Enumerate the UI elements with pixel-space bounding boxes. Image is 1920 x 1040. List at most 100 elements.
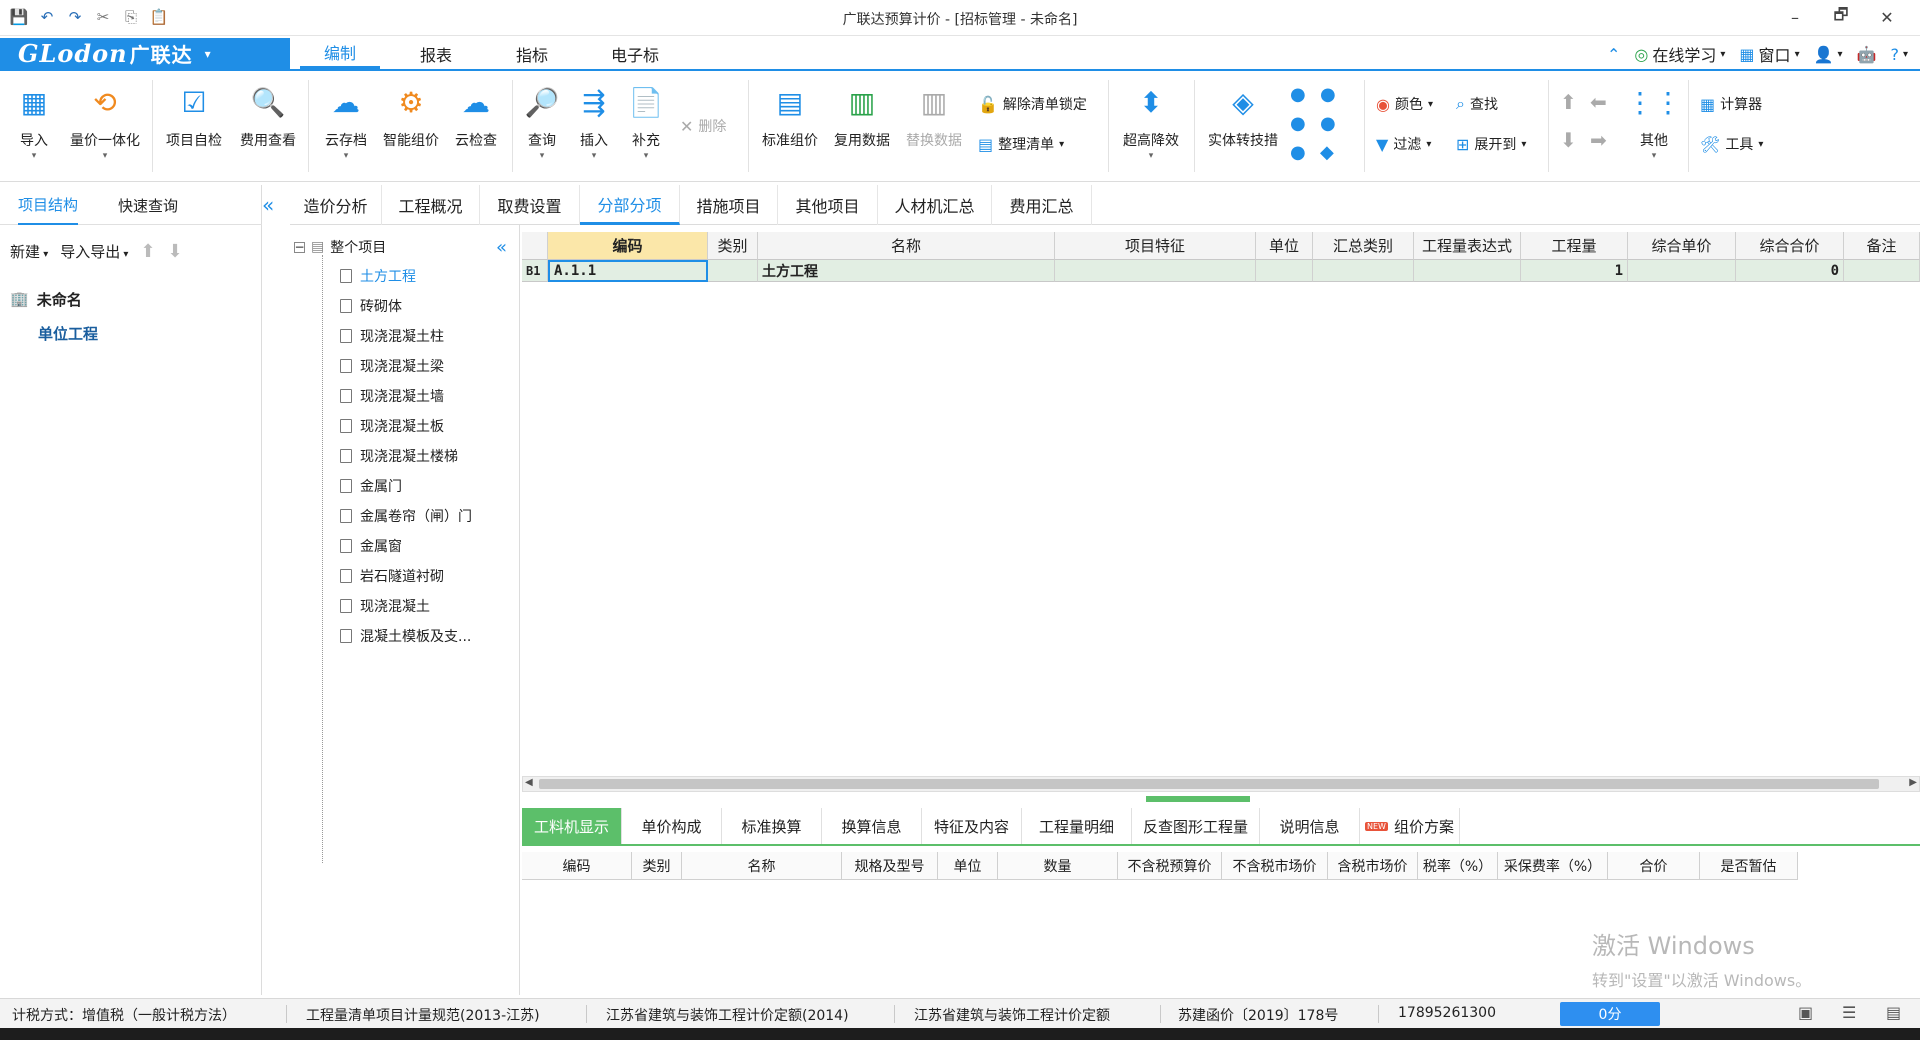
tree-item[interactable]: 现浇混凝土墙 [340, 385, 444, 407]
tab-price-composition[interactable]: 单价构成 [622, 808, 722, 844]
cell-name[interactable]: 土方工程 [758, 260, 1055, 282]
online-learning-button[interactable]: ◎ 在线学习 ▾ [1634, 42, 1725, 66]
tab-e-bid[interactable]: 电子标 [590, 38, 680, 69]
tab-feature-content[interactable]: 特征及内容 [922, 808, 1022, 844]
cell-feature[interactable] [1055, 260, 1256, 282]
material-icon-2[interactable]: ● [1320, 84, 1350, 105]
project-node[interactable]: 🏢 未命名 [10, 282, 98, 316]
cloud-check-button[interactable]: ☁ 云检查 [446, 82, 506, 150]
tree-item[interactable]: 岩石隧道衬砌 [340, 565, 444, 587]
splitter-handle[interactable] [1146, 796, 1250, 802]
col-header-qty-expression[interactable]: 工程量表达式 [1414, 232, 1521, 260]
qty-price-button[interactable]: ⟲ 量价一体化 ▾ [70, 82, 140, 162]
collapse-tree-icon[interactable]: « [496, 237, 507, 258]
detail-col-tax-market-price[interactable]: 含税市场价 [1328, 852, 1418, 880]
tab-labor-material-summary[interactable]: 人材机汇总 [878, 185, 992, 225]
tree-item[interactable]: 金属卷帘（闸）门 [340, 505, 472, 527]
find-button[interactable]: ⌕ 查找 [1456, 94, 1498, 114]
tree-item[interactable]: 土方工程 [340, 265, 416, 287]
layout-split-icon[interactable]: ☰ [1842, 1003, 1856, 1022]
col-header-unit-price[interactable]: 综合单价 [1628, 232, 1736, 260]
insert-button[interactable]: ⇶ 插入 ▾ [564, 82, 624, 162]
tree-item[interactable]: 现浇混凝土柱 [340, 325, 444, 347]
tab-project-overview[interactable]: 工程概况 [382, 185, 480, 225]
cell-note[interactable] [1844, 260, 1920, 282]
import-button[interactable]: ▦ 导入 ▾ [4, 82, 64, 162]
col-header-code[interactable]: 编码 [548, 232, 708, 260]
collapse-node-icon[interactable]: − [294, 241, 305, 253]
tab-project-structure[interactable]: 项目结构 [18, 185, 79, 225]
replace-data-button[interactable]: ▥ 替换数据 [904, 82, 964, 150]
arrow-down-icon[interactable]: ⬇ [1560, 128, 1590, 152]
move-down-icon[interactable]: ⬇ [168, 241, 183, 262]
material-icon-4[interactable]: ● [1320, 113, 1350, 134]
expand-to-button[interactable]: ⊞ 展开到 ▾ [1456, 134, 1526, 154]
arrow-right-icon[interactable]: ➡ [1590, 128, 1620, 152]
color-button[interactable]: ◉ 颜色 ▾ [1376, 94, 1433, 114]
tree-item[interactable]: 现浇混凝土 [340, 595, 430, 617]
cloud-save-button[interactable]: ☁ 云存档 ▾ [316, 82, 376, 162]
tab-index[interactable]: 指标 [492, 38, 572, 69]
super-high-button[interactable]: ⬍ 超高降效 ▾ [1118, 82, 1184, 162]
std-price-button[interactable]: ▤ 标准组价 [760, 82, 820, 150]
unit-node[interactable]: 单位工程 [10, 316, 98, 350]
tab-std-conversion[interactable]: 标准换算 [722, 808, 822, 844]
scrollbar-thumb[interactable] [539, 779, 1879, 789]
collapse-ribbon-icon[interactable]: ⌃ [1607, 45, 1620, 64]
move-up-icon[interactable]: ⬆ [140, 241, 155, 262]
cell-total[interactable]: 0 [1736, 260, 1844, 282]
tree-root[interactable]: − ▤ 整个项目 [294, 237, 386, 257]
material-icon-5[interactable]: ● [1290, 142, 1320, 163]
detail-col-market-price[interactable]: 不含税市场价 [1222, 852, 1328, 880]
help-button[interactable]: ? ▾ [1890, 45, 1908, 64]
detail-col-spec[interactable]: 规格及型号 [842, 852, 938, 880]
material-icon-6[interactable]: ◆ [1320, 142, 1350, 163]
entity-measure-button[interactable]: ◈ 实体转技措 [1206, 82, 1280, 150]
delete-button[interactable]: ✕ 删除 [680, 116, 726, 136]
arrow-left-icon[interactable]: ⬅ [1590, 90, 1620, 114]
reuse-data-button[interactable]: ▥ 复用数据 [832, 82, 892, 150]
tree-item[interactable]: 现浇混凝土楼梯 [340, 445, 458, 467]
self-check-button[interactable]: ☑ 项目自检 [164, 82, 224, 150]
calculator-button[interactable]: ▦ 计算器 [1700, 94, 1762, 114]
tab-pricing-plan[interactable]: NEW 组价方案 [1360, 808, 1460, 844]
tree-item[interactable]: 金属门 [340, 475, 402, 497]
cell-qty[interactable]: 1 [1521, 260, 1628, 282]
close-button[interactable]: ✕ [1864, 4, 1910, 30]
col-header-category[interactable]: 类别 [708, 232, 758, 260]
tab-fee-summary[interactable]: 费用汇总 [992, 185, 1092, 225]
tab-quick-query[interactable]: 快速查询 [118, 185, 178, 225]
tab-compile[interactable]: 编制 [300, 38, 380, 69]
fee-view-button[interactable]: 🔍 费用查看 [238, 82, 298, 150]
scroll-right-icon[interactable]: ▶ [1909, 777, 1917, 788]
col-header-name[interactable]: 名称 [758, 232, 1055, 260]
horizontal-scrollbar[interactable]: ◀ ▶ [522, 776, 1920, 792]
col-header-note[interactable]: 备注 [1844, 232, 1920, 260]
tree-item[interactable]: 混凝土模板及支... [340, 625, 471, 647]
user-button[interactable]: 👤 ▾ [1814, 45, 1843, 64]
col-header-unit[interactable]: 单位 [1256, 232, 1313, 260]
maximize-button[interactable]: 🗗 [1818, 4, 1864, 30]
arrow-up-icon[interactable]: ⬆ [1560, 90, 1590, 114]
scroll-left-icon[interactable]: ◀ [525, 777, 533, 788]
detail-col-tax-rate[interactable]: 税率（%） [1418, 852, 1498, 880]
detail-col-unit[interactable]: 单位 [938, 852, 998, 880]
layout-single-icon[interactable]: ▣ [1798, 1003, 1813, 1022]
other-button[interactable]: ⋮⋮ 其他 ▾ [1624, 82, 1684, 162]
new-button[interactable]: 新建 ▾ [10, 241, 48, 262]
tab-labor-material[interactable]: 工料机显示 [522, 808, 622, 844]
minimize-button[interactable]: – [1772, 4, 1818, 30]
detail-col-provisional[interactable]: 是否暂估 [1700, 852, 1798, 880]
tab-other-items[interactable]: 其他项目 [778, 185, 878, 225]
filter-button[interactable]: ▼ 过滤 ▾ [1376, 134, 1431, 154]
tab-cost-analysis[interactable]: 造价分析 [290, 185, 382, 225]
cell-unit-price[interactable] [1628, 260, 1736, 282]
tree-item[interactable]: 现浇混凝土梁 [340, 355, 444, 377]
col-header-qty[interactable]: 工程量 [1521, 232, 1628, 260]
detail-col-category[interactable]: 类别 [632, 852, 682, 880]
tab-conversion-info[interactable]: 换算信息 [822, 808, 922, 844]
supplement-button[interactable]: 📄 补充 ▾ [616, 82, 676, 162]
tab-qty-detail[interactable]: 工程量明细 [1022, 808, 1132, 844]
cell-qty-expression[interactable] [1414, 260, 1521, 282]
collapse-left-icon[interactable]: « [262, 193, 274, 217]
